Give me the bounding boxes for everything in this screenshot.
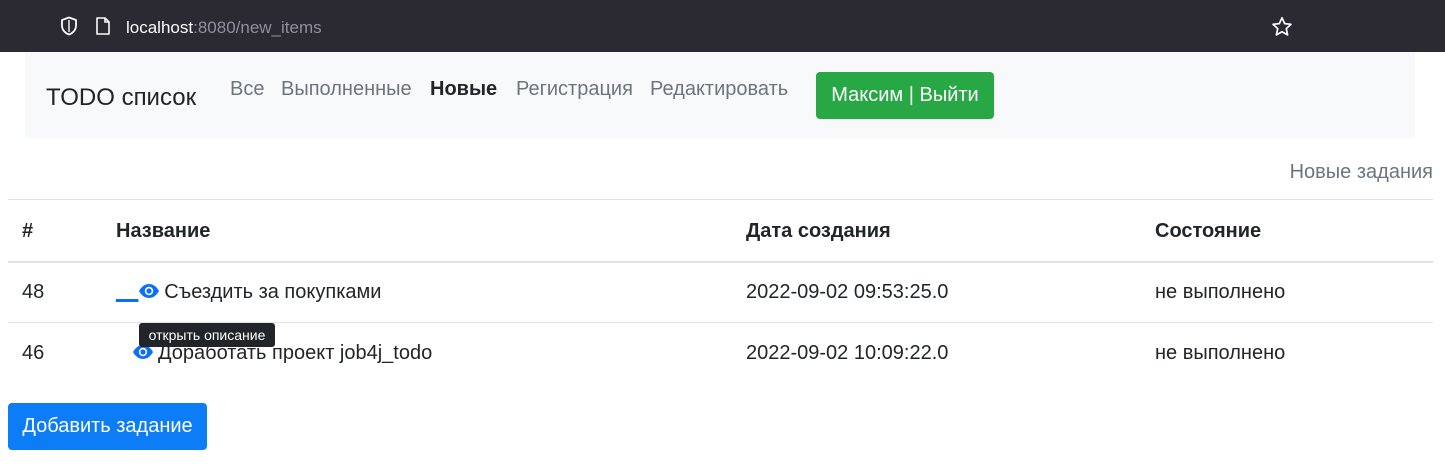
add-task-button[interactable]: Добавить задание (8, 403, 207, 450)
bookmark-star-icon[interactable] (1271, 16, 1293, 38)
nav-link-register[interactable]: Регистрация (516, 77, 633, 101)
url-path: :8080/new_items (193, 18, 322, 37)
task-name-cell: __ Съездить за покупками (102, 262, 732, 323)
page-subtitle: Новые задания (1289, 161, 1433, 183)
table-row: 48 __ Съездить за покупками 2022-09-02 09… (8, 262, 1433, 323)
task-id: 48 (22, 280, 45, 303)
task-created: 2022-09-02 09:53:25.0 (746, 280, 949, 303)
page-icon (96, 17, 110, 35)
header-name: Название (116, 219, 211, 242)
eye-icon[interactable] (138, 283, 160, 299)
tooltip: открыть описание (139, 323, 275, 347)
task-description-link[interactable]: __ (116, 281, 164, 303)
task-created: 2022-09-02 10:09:22.0 (746, 341, 949, 364)
task-name: Съездить за покупками (164, 280, 382, 303)
header-number: # (22, 219, 34, 242)
task-id: 46 (22, 341, 45, 364)
shield-icon[interactable] (59, 16, 79, 36)
nav-link-completed[interactable]: Выполненные (281, 77, 412, 101)
header-status: Состояние (1155, 219, 1262, 242)
task-status: не выполнено (1155, 341, 1286, 364)
browser-toolbar: localhost:8080/new_items (0, 0, 1445, 52)
nav-link-edit[interactable]: Редактировать (650, 77, 788, 101)
nav-link-new[interactable]: Новые (430, 77, 497, 101)
nav-link-all[interactable]: Все (230, 77, 264, 101)
task-status: не выполнено (1155, 280, 1286, 303)
tasks-table: # Название Дата создания Состояние 48 __… (8, 199, 1433, 384)
table-header-row: # Название Дата создания Состояние (8, 199, 1433, 262)
url-host: localhost (126, 18, 194, 37)
navbar-brand[interactable]: TODO список (46, 83, 196, 113)
address-bar[interactable]: localhost:8080/new_items (126, 17, 322, 39)
navbar: TODO список Все Выполненные Новые Регист… (25, 52, 1415, 138)
logout-button[interactable]: Максим | Выйти (816, 72, 994, 119)
header-created: Дата создания (746, 219, 891, 242)
